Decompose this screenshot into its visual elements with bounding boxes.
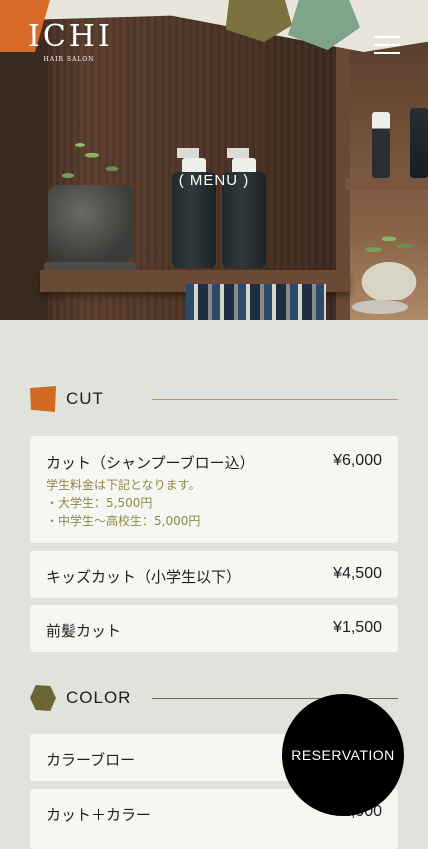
- hamburger-line: [374, 52, 400, 54]
- menu-item-note: ・中学生〜高校生：5,000円: [46, 514, 201, 528]
- section-title: COLOR: [66, 688, 132, 707]
- menu-item-name: カット＋カラー: [46, 806, 152, 824]
- small-bottle: [410, 108, 428, 178]
- bottle-cap: [232, 158, 256, 172]
- menu-item-name: 前髪カット: [46, 622, 122, 640]
- menu-item-name: カラーブロー: [46, 751, 136, 769]
- menu-item-note: ・大学生：5,500円: [46, 496, 153, 510]
- menu-item-card: 前髪カット ¥1,500: [30, 605, 398, 652]
- menu-item-card: キッズカット（小学生以下） ¥4,500: [30, 551, 398, 598]
- plant-tray: [352, 300, 408, 314]
- menu-item-price: ¥1,500: [333, 619, 382, 636]
- books: [186, 284, 326, 320]
- page-title: ( MENU ): [178, 172, 250, 189]
- hamburger-line: [374, 44, 400, 46]
- menu-item-price: ¥4,500: [333, 565, 382, 582]
- small-bottle: [372, 112, 390, 178]
- menu-item-name: キッズカット（小学生以下）: [46, 568, 242, 586]
- logo[interactable]: ICHI HAIR SALON: [28, 19, 113, 64]
- menu-item-card: カット（シャンプーブロー込） ¥6,000 学生料金は下記となります。 ・大学生…: [30, 436, 398, 543]
- color-mark-icon: [30, 685, 56, 711]
- hamburger-line: [374, 36, 400, 38]
- section-divider: [152, 399, 398, 400]
- hero-banner: ICHI HAIR SALON ( MENU ): [0, 0, 428, 320]
- menu-item-note: 学生料金は下記となります。: [46, 478, 201, 492]
- bottle-pump: [177, 148, 199, 158]
- hamburger-icon[interactable]: [374, 36, 400, 56]
- right-plant: [350, 228, 428, 300]
- logo-subtitle: HAIR SALON: [43, 56, 95, 63]
- logo-text: ICHI: [28, 19, 113, 54]
- bottle-pump: [227, 148, 249, 158]
- reservation-button[interactable]: RESERVATION: [282, 694, 404, 816]
- section-header-cut: CUT: [30, 386, 398, 414]
- plant-pot: [48, 185, 134, 263]
- cut-mark-icon: [30, 386, 56, 412]
- bottle-cap: [182, 158, 206, 172]
- section-title: CUT: [66, 389, 104, 408]
- menu-item-price: ¥6,000: [333, 452, 382, 469]
- menu-item-name: カット（シャンプーブロー込）: [46, 454, 255, 472]
